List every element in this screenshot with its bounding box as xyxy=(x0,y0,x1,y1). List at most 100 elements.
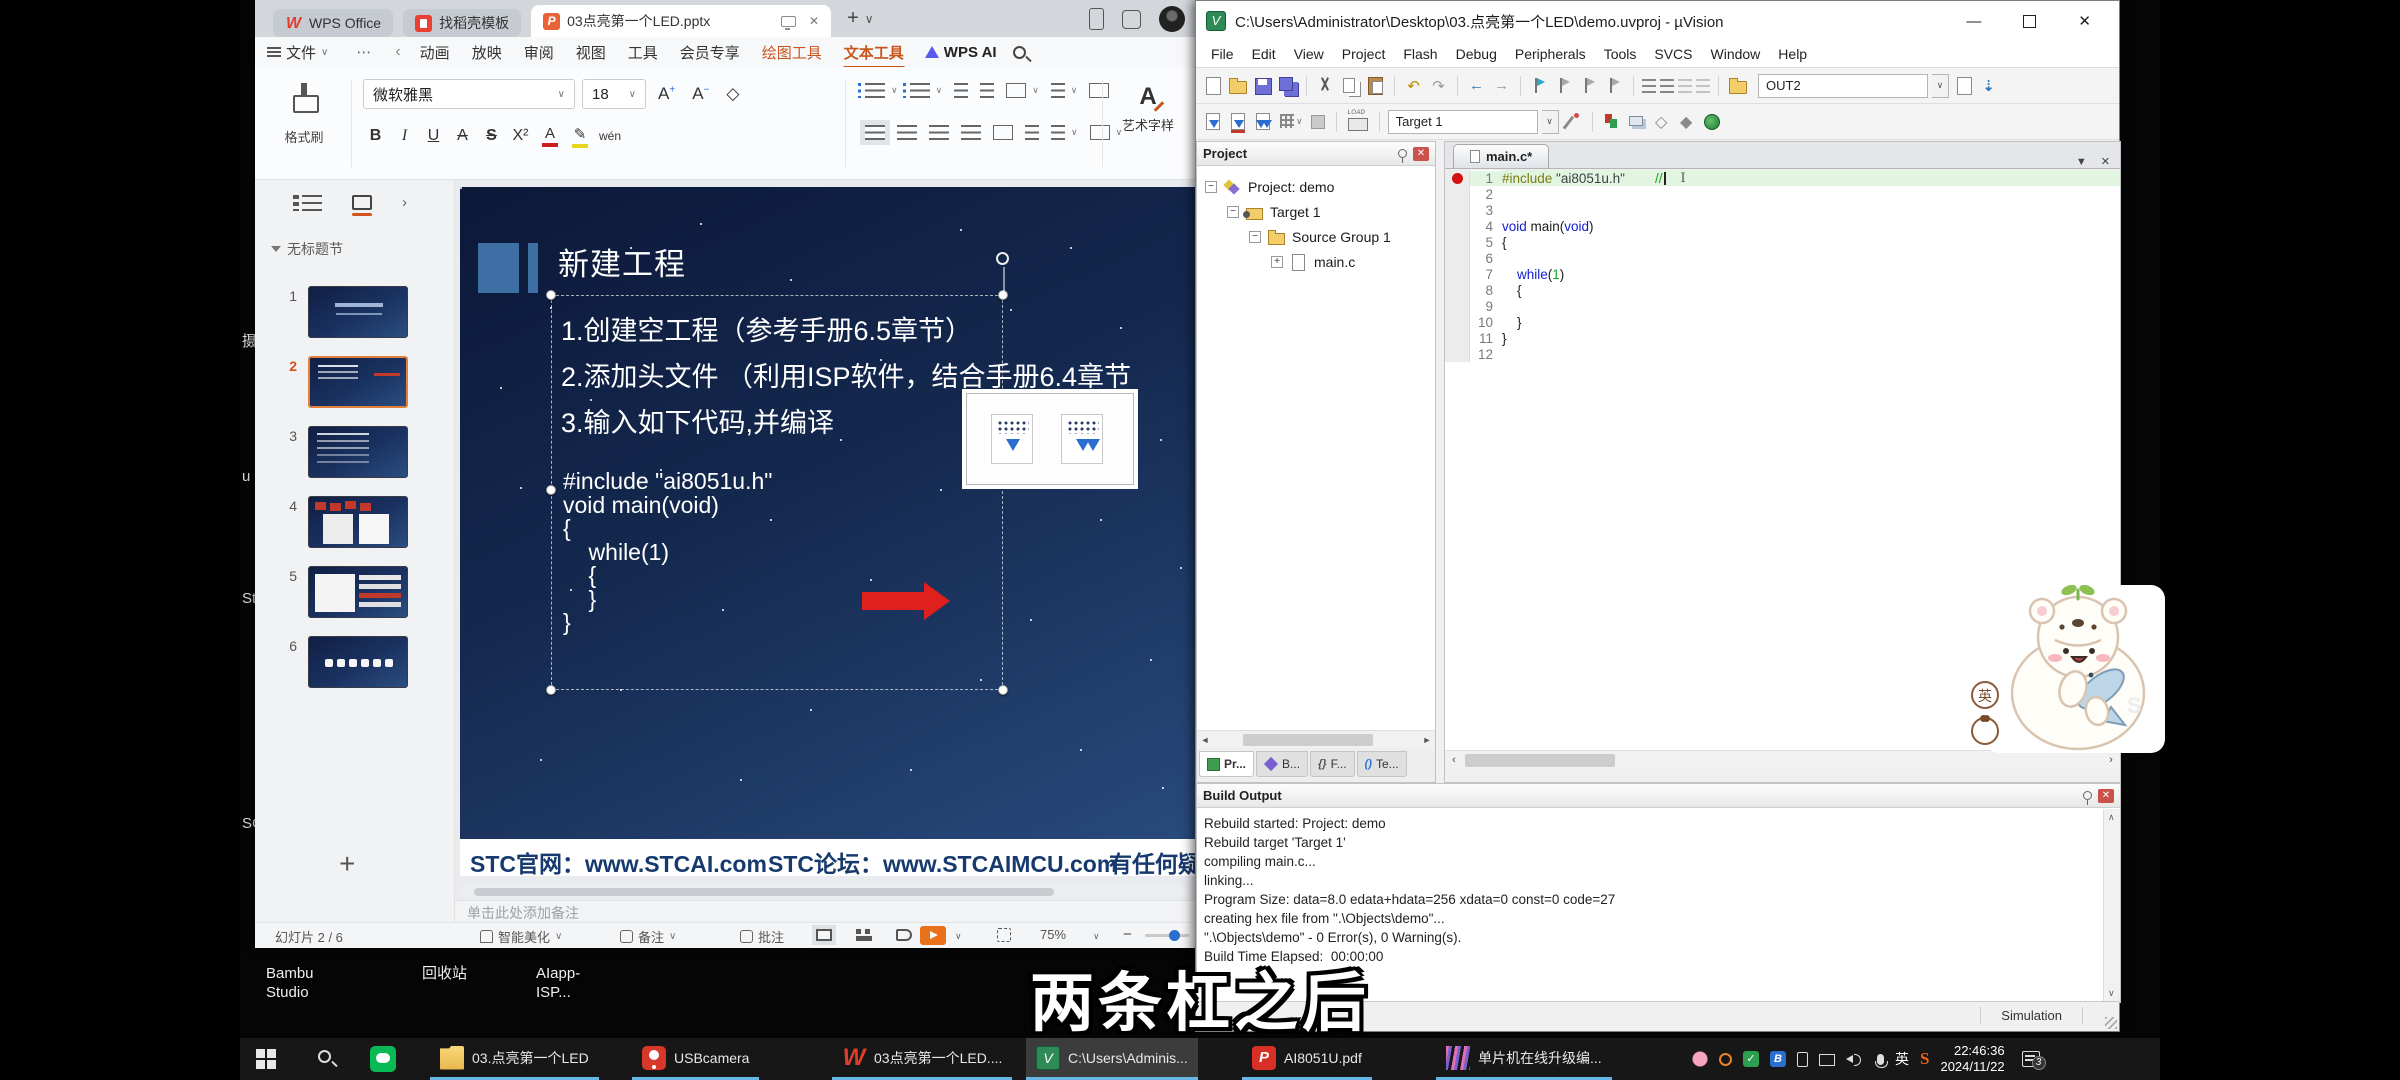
redo-icon[interactable]: ↷ xyxy=(1428,75,1449,96)
zoom-chevron-icon[interactable]: ∨ xyxy=(1093,931,1100,942)
play-options-chevron-icon[interactable]: ∨ xyxy=(955,931,962,942)
slide-view-icon[interactable] xyxy=(352,195,372,210)
zoom-slider[interactable] xyxy=(1145,934,1189,937)
outline-view-icon[interactable] xyxy=(302,195,322,211)
menu-item[interactable]: SVCS xyxy=(1645,46,1701,62)
desktop-icon-label[interactable]: AIapp-ISP... xyxy=(536,964,600,1002)
slide[interactable]: 新建工程 1.创建空工程（参考手册6.5章节）2.添加头文件 （利用ISP软件，… xyxy=(460,187,1195,876)
sogou-ime-icon[interactable]: S xyxy=(1920,1049,1929,1069)
project-scrollbar[interactable]: ◄ ► xyxy=(1197,730,1435,748)
build-output-scrollbar[interactable]: ∧ ∨ xyxy=(2103,809,2120,1002)
scroll-right-icon[interactable]: ► xyxy=(1419,732,1435,748)
clear-bookmarks-icon[interactable] xyxy=(1604,75,1625,96)
breakpoint-gutter[interactable] xyxy=(1445,218,1470,234)
menu-item[interactable]: 审阅 xyxy=(513,42,565,63)
slide-thumbnail-row[interactable]: 6 xyxy=(255,636,454,688)
insert-bookmark-icon[interactable] xyxy=(1529,75,1550,96)
microphone-icon[interactable] xyxy=(1877,1054,1884,1065)
display-icon[interactable] xyxy=(1819,1054,1835,1066)
open-file-icon[interactable] xyxy=(1227,75,1248,96)
code-line[interactable]: 4void main(void) xyxy=(1445,218,2120,234)
close-document-icon[interactable]: ✕ xyxy=(2101,155,2110,168)
tab-list-dropdown-icon[interactable]: ▼ xyxy=(2076,156,2087,168)
desktop-icon-label[interactable]: Bambu Studio xyxy=(266,964,330,1002)
security-icon[interactable] xyxy=(1743,1051,1759,1067)
slide-thumbnail-row[interactable]: 3 xyxy=(255,426,454,478)
tree-item[interactable]: −Source Group 1 xyxy=(1197,224,1435,249)
rebuild-icon[interactable] xyxy=(1252,111,1273,132)
wps-ai-button[interactable]: WPS AI xyxy=(925,44,997,61)
more-menu-icon[interactable]: ⋯ xyxy=(356,43,373,61)
menu-item[interactable]: 视图 xyxy=(565,42,617,63)
code-line[interactable]: 7 while(1) xyxy=(1445,266,2120,282)
code-line[interactable]: 2 xyxy=(1445,186,2120,202)
highlight-color-button[interactable]: ✎ xyxy=(567,123,593,149)
select-software-packs-icon[interactable]: ◇ xyxy=(1651,111,1672,132)
navigate-back-icon[interactable]: ← xyxy=(1466,75,1487,96)
panel-tab[interactable]: F... xyxy=(1310,751,1355,777)
menu-item[interactable]: File xyxy=(1202,46,1243,62)
bullet-list-icon[interactable] xyxy=(865,83,885,98)
workspace-icon[interactable] xyxy=(1122,10,1141,29)
pin-icon[interactable] xyxy=(2083,791,2092,800)
expand-toggle[interactable]: − xyxy=(1227,206,1239,218)
target-options-icon[interactable] xyxy=(1563,111,1584,132)
slide-thumbnail-row[interactable]: 1 xyxy=(255,286,454,338)
copy-icon[interactable] xyxy=(1340,75,1361,96)
usb-icon[interactable] xyxy=(1797,1052,1808,1067)
notes-placeholder[interactable]: 单击此处添加备注 xyxy=(455,900,1195,922)
format-button[interactable]: S xyxy=(479,123,504,149)
code-line[interactable]: 6 xyxy=(1445,250,2120,266)
expand-toggle[interactable]: + xyxy=(1271,256,1283,268)
numbered-list-icon[interactable] xyxy=(910,83,930,98)
comment-button[interactable]: 批注 xyxy=(740,927,784,946)
font-size-select[interactable]: 18∨ xyxy=(582,79,646,109)
close-tab-icon[interactable]: ✕ xyxy=(809,14,819,28)
canvas-horizontal-scrollbar[interactable] xyxy=(460,886,1188,897)
text-fit-icon[interactable] xyxy=(1090,125,1110,140)
zoom-level[interactable]: 75% xyxy=(1040,927,1066,942)
find-icon[interactable] xyxy=(1953,75,1974,96)
scrollbar-thumb[interactable] xyxy=(1243,734,1373,746)
save-icon[interactable] xyxy=(1252,75,1273,96)
decrease-indent-icon[interactable] xyxy=(954,83,968,98)
panel-tab[interactable]: B... xyxy=(1256,751,1308,777)
decrease-font-button[interactable]: A− xyxy=(687,84,714,104)
taskbar-item[interactable]: AI8051U.pdf xyxy=(1242,1038,1372,1080)
slide-thumbnail[interactable] xyxy=(308,636,408,688)
stop-build-icon[interactable] xyxy=(1307,111,1328,132)
pinyin-guide-button[interactable]: wén xyxy=(597,123,623,149)
section-header[interactable]: 无标题节 xyxy=(271,239,454,259)
close-button[interactable]: ✕ xyxy=(2078,12,2091,30)
menu-item[interactable]: Window xyxy=(1702,46,1770,62)
taskbar-item[interactable]: USBcamera xyxy=(632,1038,759,1080)
font-family-select[interactable]: 微软雅黑∨ xyxy=(363,79,575,109)
paragraph-spacing-icon[interactable] xyxy=(1051,125,1065,140)
close-panel-icon[interactable]: ✕ xyxy=(2098,789,2114,803)
align-center-icon[interactable] xyxy=(897,125,917,140)
download-flash-icon[interactable] xyxy=(1345,111,1371,132)
combo-dropdown-icon[interactable]: ∨ xyxy=(1932,74,1949,98)
align-right-icon[interactable] xyxy=(929,125,949,140)
menu-scroll-left-icon[interactable]: ‹ xyxy=(395,43,400,61)
incremental-find-icon[interactable]: ⇣ xyxy=(1978,75,1999,96)
panel-tab[interactable]: Pr... xyxy=(1199,751,1254,777)
breakpoint-gutter[interactable] xyxy=(1445,186,1470,202)
scrollbar-thumb[interactable] xyxy=(1465,754,1615,767)
tree-item[interactable]: +main.c xyxy=(1197,249,1435,274)
new-tab-button[interactable]: + xyxy=(847,7,859,30)
format-button[interactable]: U xyxy=(421,123,446,149)
breakpoint-gutter[interactable] xyxy=(1445,250,1470,266)
pack-installer-icon[interactable]: ◆ xyxy=(1676,111,1697,132)
taskbar-item[interactable]: 03.点亮第一个LED xyxy=(430,1038,599,1080)
cut-icon[interactable] xyxy=(1315,75,1336,96)
selection-handle[interactable] xyxy=(546,685,556,695)
menu-item[interactable]: 绘图工具 xyxy=(751,42,833,63)
file-menu[interactable]: 文件∨ xyxy=(267,42,328,63)
menu-item[interactable]: Debug xyxy=(1447,46,1506,62)
target-select-combo[interactable]: Target 1 xyxy=(1388,110,1538,134)
expand-toggle[interactable]: − xyxy=(1205,181,1217,193)
taskbar-item[interactable]: 单片机在线升级编... xyxy=(1436,1038,1612,1080)
breakpoint-gutter[interactable] xyxy=(1445,330,1470,346)
scroll-left-icon[interactable]: ◄ xyxy=(1197,732,1213,748)
